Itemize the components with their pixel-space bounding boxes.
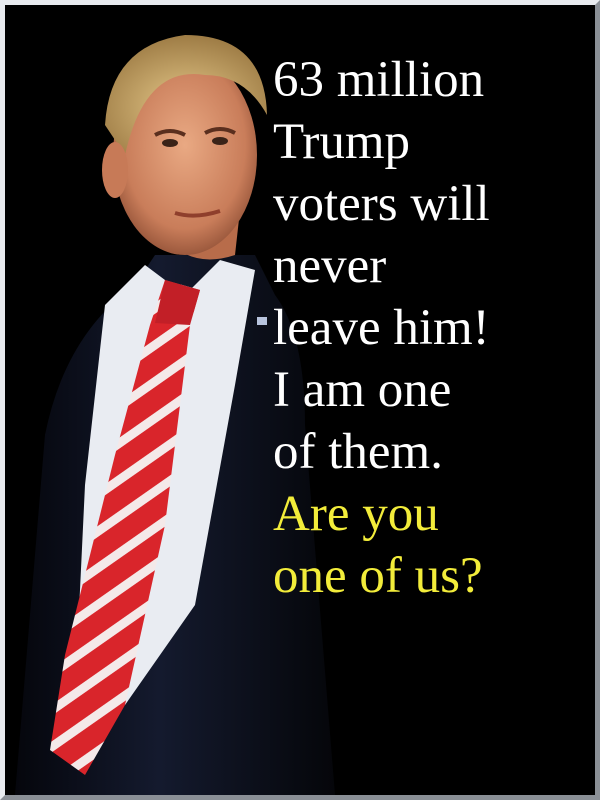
poster-line-7: of them.: [273, 424, 443, 480]
lapel-pin: [257, 317, 267, 325]
poster-line-3: voters will: [273, 176, 490, 232]
poster-line-5: leave him!: [273, 300, 490, 356]
poster-line-6: I am one: [273, 362, 452, 418]
question-line-1: Are you: [273, 486, 439, 542]
poster-line-4: never: [273, 238, 387, 294]
poster-line-2: Trump: [273, 114, 411, 170]
poster-text: 63 million Trump voters will never leave…: [273, 49, 591, 607]
poster-frame: 63 million Trump voters will never leave…: [0, 0, 600, 800]
poster-line-1: 63 million: [273, 52, 485, 108]
question-line-2: one of us?: [273, 548, 483, 604]
